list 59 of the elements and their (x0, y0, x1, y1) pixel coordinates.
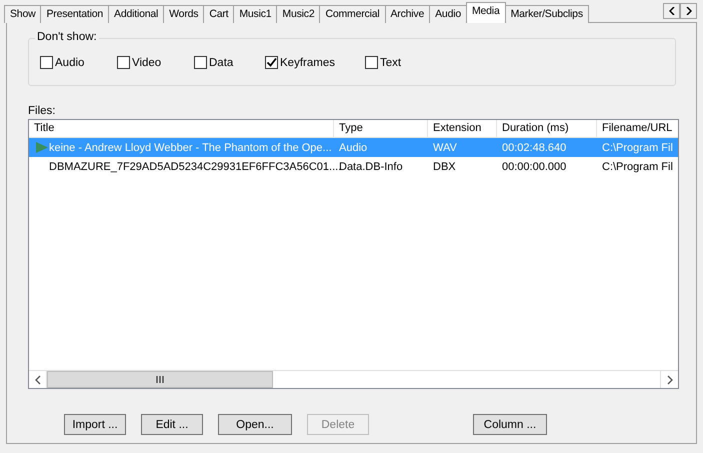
horizontal-scrollbar[interactable] (29, 370, 678, 388)
checkbox-label: Keyframes (280, 56, 335, 68)
table-cell: 00:02:48.640 (502, 142, 566, 154)
table-cell: Data.DB-Info (339, 160, 403, 172)
checkbox[interactable]: Video (117, 56, 194, 69)
checkmark-icon (266, 57, 277, 68)
action-button[interactable]: Open... (218, 414, 292, 435)
checkbox-box[interactable] (40, 56, 53, 69)
checkbox[interactable]: Text (365, 56, 402, 69)
chevron-right-icon (666, 374, 672, 384)
tab[interactable]: Media (466, 2, 506, 23)
column-header[interactable]: Title (29, 120, 334, 137)
table-cell: C:\Program Fil (602, 160, 673, 172)
table-cell: Audio (339, 142, 368, 154)
action-button[interactable]: Import ... (64, 414, 126, 435)
tab[interactable]: Music1 (233, 5, 278, 23)
checkbox-label: Text (380, 56, 402, 68)
table-cell: keine - Andrew Lloyd Webber - The Phantom of the Ope... (49, 142, 332, 154)
tab[interactable]: Cart (203, 5, 234, 23)
tab[interactable]: Words (163, 5, 204, 23)
chevron-right-icon (686, 7, 692, 15)
action-button[interactable]: Edit ... (141, 414, 203, 435)
checkbox-box[interactable] (194, 56, 207, 69)
column-header[interactable]: Type (334, 120, 428, 137)
checkbox[interactable]: Keyframes (265, 56, 365, 69)
tab[interactable]: Marker/Subclips (504, 5, 589, 23)
tab[interactable]: Archive (384, 5, 430, 23)
column-header[interactable]: Duration (ms) (497, 120, 597, 137)
scroll-thumb[interactable] (47, 371, 273, 388)
table-cell: 00:00:00.000 (502, 160, 566, 172)
checkbox-box[interactable] (265, 56, 278, 69)
tab[interactable]: Audio (429, 5, 467, 23)
checkbox-box[interactable] (117, 56, 130, 69)
table-cell: C:\Program Fil (602, 142, 673, 154)
checkbox-label: Data (209, 56, 234, 68)
tab[interactable]: Music2 (276, 5, 320, 23)
action-button[interactable]: Column ... (473, 414, 547, 435)
group-title: Don't show: (35, 31, 99, 43)
grip-icon (156, 376, 164, 383)
table-cell: DBX (433, 160, 456, 172)
tab[interactable]: Additional (108, 5, 164, 23)
tab[interactable]: Presentation (40, 5, 110, 23)
column-header[interactable]: Filename/URL (597, 120, 674, 137)
checkbox-box[interactable] (365, 56, 378, 69)
checkbox[interactable]: Data (194, 56, 265, 69)
scroll-left-button[interactable] (663, 3, 680, 19)
checkbox-label: Audio (55, 56, 84, 68)
table-cell: DBMAZURE_7F29AD5AD5234C29931EF6FFC3A56C01.... (49, 160, 342, 172)
chevron-left-icon (668, 7, 674, 15)
table-cell: WAV (433, 142, 457, 154)
files-label: Files: (28, 105, 56, 119)
chevron-left-icon (34, 374, 40, 384)
column-header[interactable]: Extension (428, 120, 497, 137)
file-row[interactable]: DBMAZURE_7F29AD5AD5234C29931EF6FFC3A56C01....Data.DB-Info DBX 00:00:00.000 C:\Program Fil (29, 157, 678, 176)
tab[interactable]: Show (4, 5, 42, 23)
checkbox-label: Video (132, 56, 162, 68)
tab[interactable]: Commercial (319, 5, 386, 23)
scroll-right-button[interactable] (680, 3, 697, 19)
checkbox[interactable]: Audio (40, 56, 117, 69)
